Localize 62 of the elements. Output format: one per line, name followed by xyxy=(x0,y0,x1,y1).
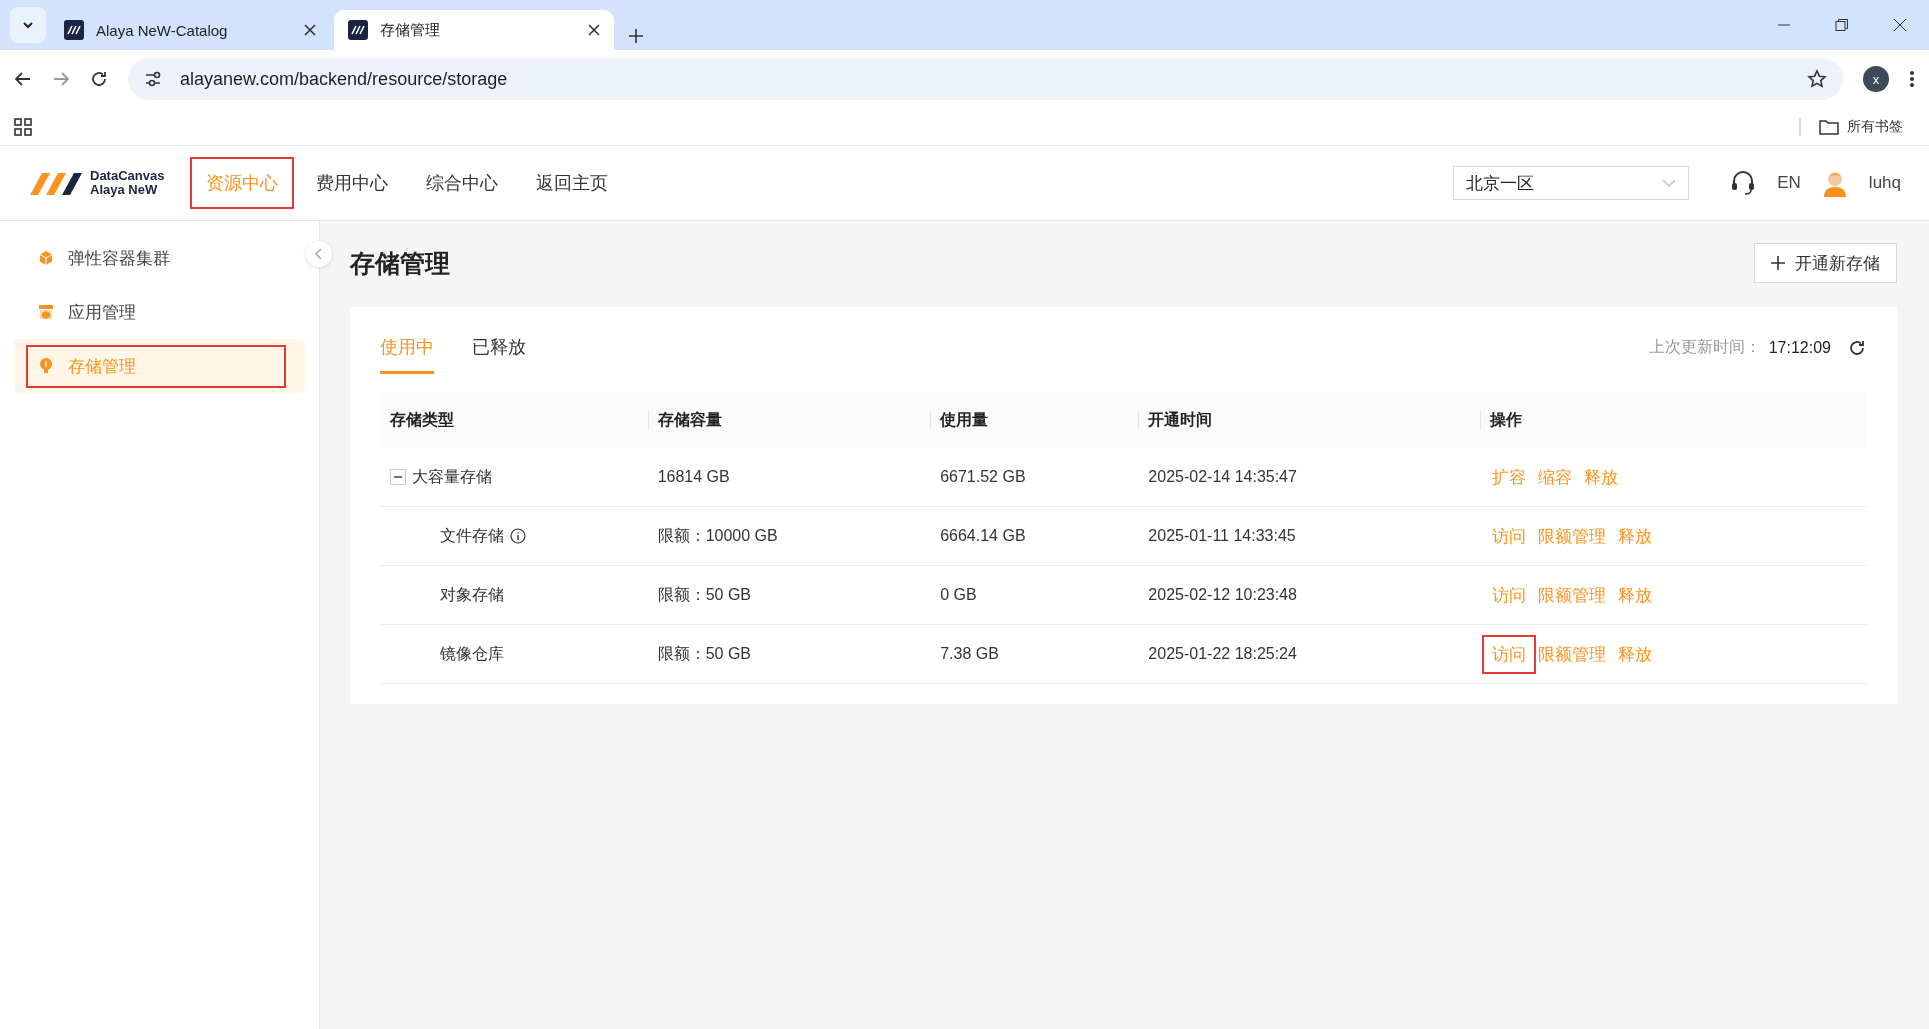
table-cell: 限额：50 GB xyxy=(647,565,931,625)
storage-type-text: 大容量存储 xyxy=(412,466,492,487)
status-tab[interactable]: 已释放 xyxy=(472,321,526,374)
table-cell: 6671.52 GB xyxy=(930,448,1139,507)
logo-text: Alaya NeW xyxy=(90,183,159,197)
table-cell: 2025-01-11 14:33:45 xyxy=(1138,506,1481,566)
table-cell: 2025-02-14 14:35:47 xyxy=(1138,448,1481,507)
site-settings-icon[interactable] xyxy=(144,70,162,88)
table-cell: 7.38 GB xyxy=(930,624,1139,684)
storage-type-text: 对象存储 xyxy=(440,584,504,605)
package-icon xyxy=(36,302,56,322)
new-tab-icon[interactable] xyxy=(628,28,644,44)
browser-tab[interactable]: Alaya NeW-Catalog xyxy=(50,10,330,50)
column-header: 使用量 xyxy=(930,392,1139,448)
address-bar[interactable]: alayanew.com/backend/resource/storage xyxy=(128,58,1843,100)
storage-type-text: 镜像仓库 xyxy=(440,643,504,664)
close-icon[interactable] xyxy=(588,24,600,36)
language-link[interactable]: EN xyxy=(1777,173,1801,193)
column-header: 开通时间 xyxy=(1138,392,1481,448)
column-header: 操作 xyxy=(1480,392,1867,448)
last-updated-label: 上次更新时间： xyxy=(1648,337,1761,357)
new-storage-button[interactable]: 开通新存储 xyxy=(1754,243,1897,283)
storage-type-text: 文件存储 xyxy=(440,525,504,546)
sidebar-item[interactable]: 应用管理 xyxy=(14,285,305,339)
reload-icon[interactable] xyxy=(90,70,108,88)
region-select[interactable]: 北京一区 xyxy=(1453,166,1690,200)
bookmarks-link[interactable]: 所有书签 xyxy=(1847,117,1903,136)
close-icon[interactable] xyxy=(1893,18,1907,32)
profile-avatar[interactable]: x xyxy=(1863,66,1889,92)
nav-tab[interactable]: 综合中心 xyxy=(410,157,515,209)
sidebar-item[interactable]: 弹性容器集群 xyxy=(14,231,305,285)
column-header: 存储容量 xyxy=(647,392,931,448)
menu-icon[interactable] xyxy=(1909,70,1915,88)
apps-grid-icon[interactable] xyxy=(14,117,32,136)
table-cell: 0 GB xyxy=(930,565,1139,625)
nav-tab[interactable]: 费用中心 xyxy=(300,157,405,209)
logo-icon xyxy=(64,20,84,40)
forward-icon[interactable] xyxy=(52,70,70,88)
table-cell: 16814 GB xyxy=(647,448,931,507)
last-updated-time: 17:12:09 xyxy=(1768,338,1831,357)
table-cell: 限额：10000 GB xyxy=(647,506,931,566)
table-cell: 2025-02-12 10:23:48 xyxy=(1138,565,1481,625)
chevron-down-icon xyxy=(1662,178,1677,188)
chevron-left-icon xyxy=(314,248,324,260)
collapse-toggle-icon[interactable] xyxy=(390,469,406,485)
browser-tab[interactable]: 存储管理 xyxy=(334,10,614,50)
url-text: alayanew.com/backend/resource/storage xyxy=(180,68,509,90)
column-header: 存储类型 xyxy=(380,392,648,448)
page-title: 存储管理 xyxy=(350,247,450,279)
folder-icon xyxy=(1819,118,1839,135)
star-icon[interactable] xyxy=(1807,69,1827,89)
back-icon[interactable] xyxy=(14,70,32,88)
table-cell: 6664.14 GB xyxy=(930,506,1139,566)
restore-icon[interactable] xyxy=(1835,18,1849,32)
nav-tab[interactable]: 返回主页 xyxy=(520,157,625,209)
table-cell: 限额：50 GB xyxy=(647,624,931,684)
plus-icon xyxy=(1771,256,1785,270)
table-cell: 2025-01-22 18:25:24 xyxy=(1138,624,1481,684)
logo-icon xyxy=(348,20,368,40)
close-icon[interactable] xyxy=(304,24,316,36)
logo-text: DataCanvas xyxy=(90,169,165,183)
user-name[interactable]: luhq xyxy=(1868,173,1901,193)
